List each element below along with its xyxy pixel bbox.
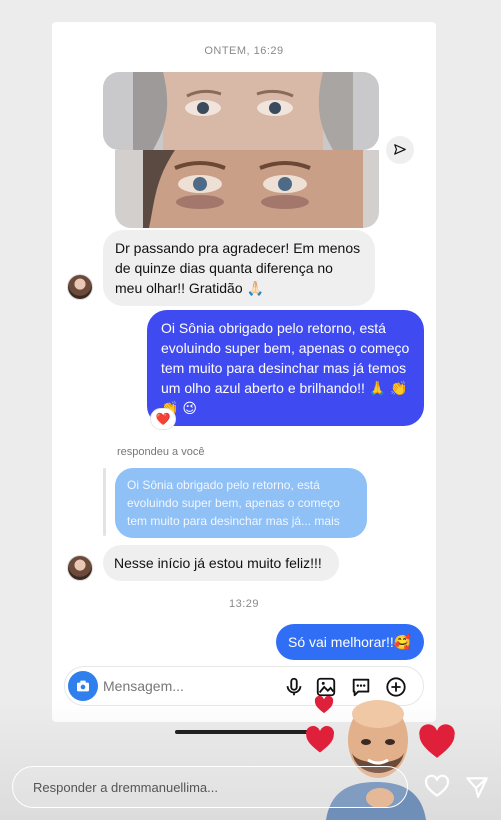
outgoing-message-reply[interactable]: Oi Sônia obrigado pelo retorno, está evo… (147, 310, 424, 426)
heart-icon (424, 774, 450, 797)
send-icon (466, 777, 488, 798)
camera-button[interactable] (68, 671, 98, 701)
incoming-message-gratitude[interactable]: Dr passando pra agradecer! Em menos de q… (103, 230, 375, 306)
message-input[interactable]: Mensagem... (103, 678, 184, 694)
like-button[interactable] (424, 774, 450, 800)
before-photo[interactable] (103, 72, 379, 150)
send-button[interactable] (464, 774, 490, 800)
timestamp-today: 13:29 (228, 598, 260, 610)
microphone-button[interactable] (283, 676, 305, 698)
story-reply-field[interactable]: Responder a dremmanuellima... (12, 766, 408, 808)
quoted-message[interactable]: Oi Sônia obrigado pelo retorno, está evo… (115, 468, 367, 538)
after-photo[interactable] (115, 150, 379, 228)
heart-sticker-icon (314, 696, 334, 714)
microphone-icon (286, 677, 302, 696)
outgoing-message-latest[interactable]: Só vai melhorar!!🥰 (276, 624, 424, 660)
avatar[interactable] (67, 274, 93, 300)
avatar[interactable] (67, 555, 93, 581)
chat-screenshot-card: ONTEM, 16:29 Dr passando pra agradecer! … (52, 22, 436, 722)
incoming-message-happy[interactable]: Nesse início já estou muito feliz!!! (103, 545, 339, 581)
share-icon (394, 144, 406, 155)
story-reply-input[interactable]: Responder a dremmanuellima... (33, 780, 218, 795)
heart-reaction[interactable]: ❤️ (150, 408, 176, 430)
replied-to-you-label: respondeu a você (117, 446, 205, 458)
face-photo-1 (103, 72, 379, 150)
share-button[interactable] (386, 136, 414, 164)
timestamp-yesterday: ONTEM, 16:29 (204, 45, 284, 57)
quote-bar (103, 468, 106, 536)
face-photo-2 (115, 150, 379, 228)
heart-sticker-icon (419, 724, 455, 758)
heart-sticker-icon (306, 726, 334, 753)
camera-icon (77, 680, 89, 692)
